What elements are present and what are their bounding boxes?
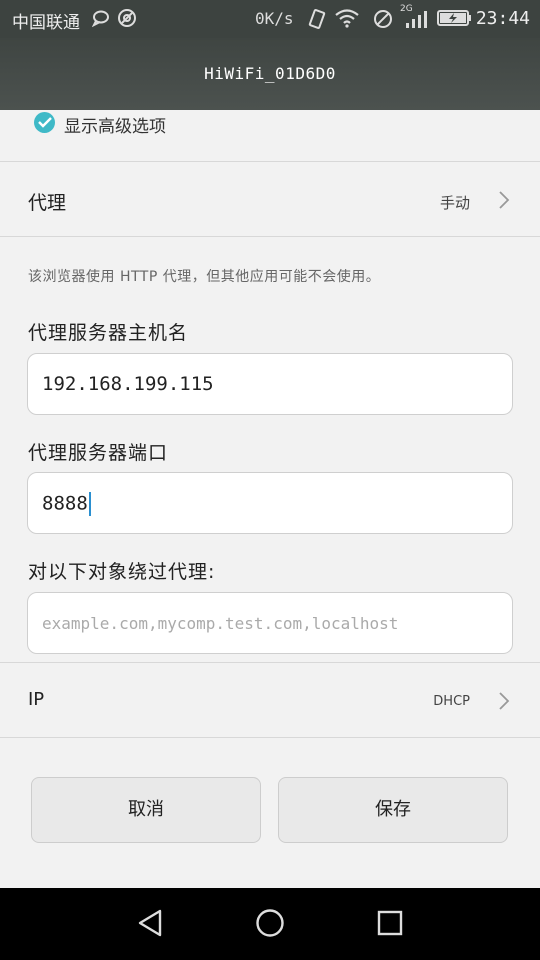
title-bar: HiWiFi_01D6D0 xyxy=(0,38,540,110)
battery-charging-icon xyxy=(437,10,471,26)
navigation-bar xyxy=(0,888,540,960)
chevron-right-icon xyxy=(499,191,510,209)
divider xyxy=(0,737,540,738)
show-advanced-options-checkbox[interactable]: 显示高级选项 xyxy=(0,110,540,162)
net-speed: 0K/s xyxy=(255,9,294,28)
hostname-label: 代理服务器主机名 xyxy=(28,322,189,344)
proxy-setting-row[interactable]: 代理 手动 xyxy=(0,162,540,236)
bypass-input[interactable]: example.com,mycomp.test.com,localhost xyxy=(27,592,513,654)
bypass-label: 对以下对象绕过代理: xyxy=(28,561,216,583)
chevron-right-icon xyxy=(499,692,510,710)
proxy-hint-text: 该浏览器使用 HTTP 代理，但其他应用可能不会使用。 xyxy=(28,269,381,285)
hostname-value: 192.168.199.115 xyxy=(42,373,214,395)
proxy-label: 代理 xyxy=(28,192,67,214)
port-label: 代理服务器端口 xyxy=(28,442,169,464)
ip-mode-value: DHCP xyxy=(433,694,470,709)
status-bar: 中国联通 0K/s 2G 23:44 xyxy=(0,0,540,38)
hostname-input[interactable]: 192.168.199.115 xyxy=(27,353,513,415)
show-advanced-options-label: 显示高级选项 xyxy=(64,117,166,137)
save-button[interactable]: 保存 xyxy=(278,777,508,843)
text-cursor xyxy=(88,492,91,516)
chat-bubble-icon xyxy=(92,10,109,28)
home-icon[interactable] xyxy=(255,908,285,938)
proxy-mode-value: 手动 xyxy=(439,194,470,212)
wifi-icon xyxy=(335,9,359,28)
carrier-name: 中国联通 xyxy=(12,13,80,33)
ip-setting-row[interactable]: IP DHCP xyxy=(0,663,540,737)
divider xyxy=(0,236,540,237)
bypass-placeholder: example.com,mycomp.test.com,localhost xyxy=(42,614,399,633)
cancel-button[interactable]: 取消 xyxy=(31,777,261,843)
clock: 23:44 xyxy=(475,8,530,29)
checkmark-icon xyxy=(34,112,55,133)
ip-label: IP xyxy=(28,689,45,710)
app-notification-icon xyxy=(118,9,136,27)
page-title: HiWiFi_01D6D0 xyxy=(204,64,336,83)
port-value: 8888 xyxy=(42,492,88,515)
signal-icon xyxy=(406,11,427,28)
vibrate-icon xyxy=(308,9,326,29)
no-sim-icon xyxy=(374,10,392,28)
back-icon[interactable] xyxy=(136,908,164,938)
port-input[interactable]: 8888 xyxy=(27,472,513,534)
recents-icon[interactable] xyxy=(376,908,404,938)
proxy-settings-form: 显示高级选项 代理 手动 该浏览器使用 HTTP 代理，但其他应用可能不会使用。… xyxy=(0,110,540,888)
